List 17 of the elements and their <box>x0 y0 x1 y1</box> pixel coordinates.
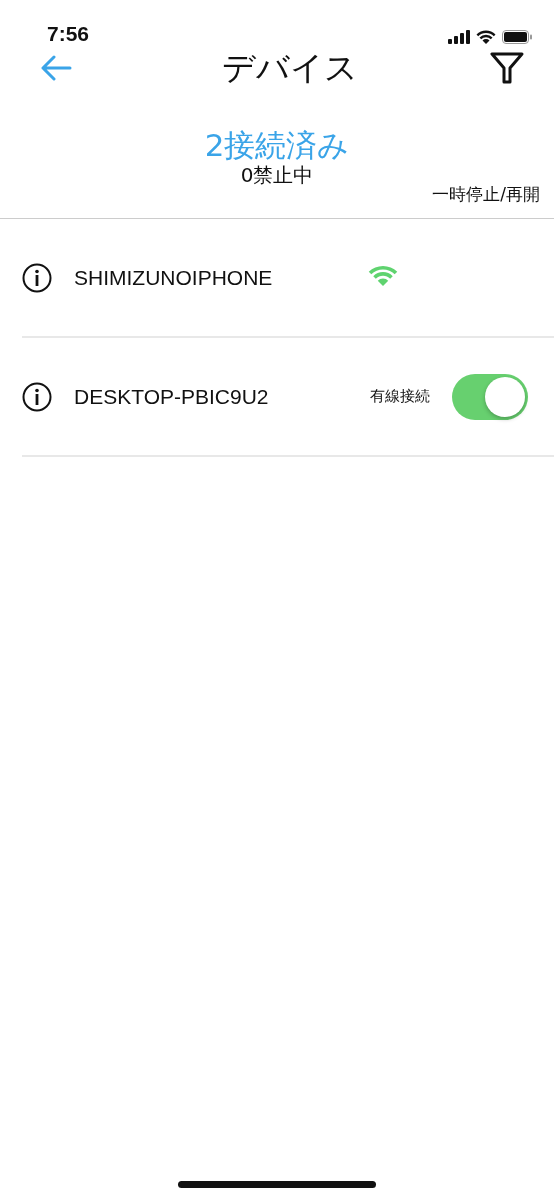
screen-title: デバイス <box>222 48 358 88</box>
wifi-icon <box>476 30 496 44</box>
battery-icon <box>502 30 532 44</box>
signal-icon <box>448 30 470 44</box>
device-name[interactable]: SHIMIZUNOIPHONE <box>74 265 273 290</box>
blocked-count: 0禁止中 <box>240 162 314 188</box>
wifi-icon <box>368 265 399 286</box>
pause-resume-label: 一時停止/再開 <box>432 183 540 206</box>
clock-time: 7:56 <box>47 22 90 46</box>
connected-count: 2接続済み <box>204 126 350 164</box>
toggle-switch[interactable] <box>452 373 528 420</box>
filter-icon[interactable] <box>490 52 524 84</box>
info-icon[interactable] <box>22 381 52 412</box>
connection-label: 有線接続 <box>370 387 430 406</box>
device-name[interactable]: DESKTOP-PBIC9U2 <box>74 384 269 409</box>
back-arrow-icon[interactable] <box>40 55 72 81</box>
info-icon[interactable] <box>22 262 52 293</box>
